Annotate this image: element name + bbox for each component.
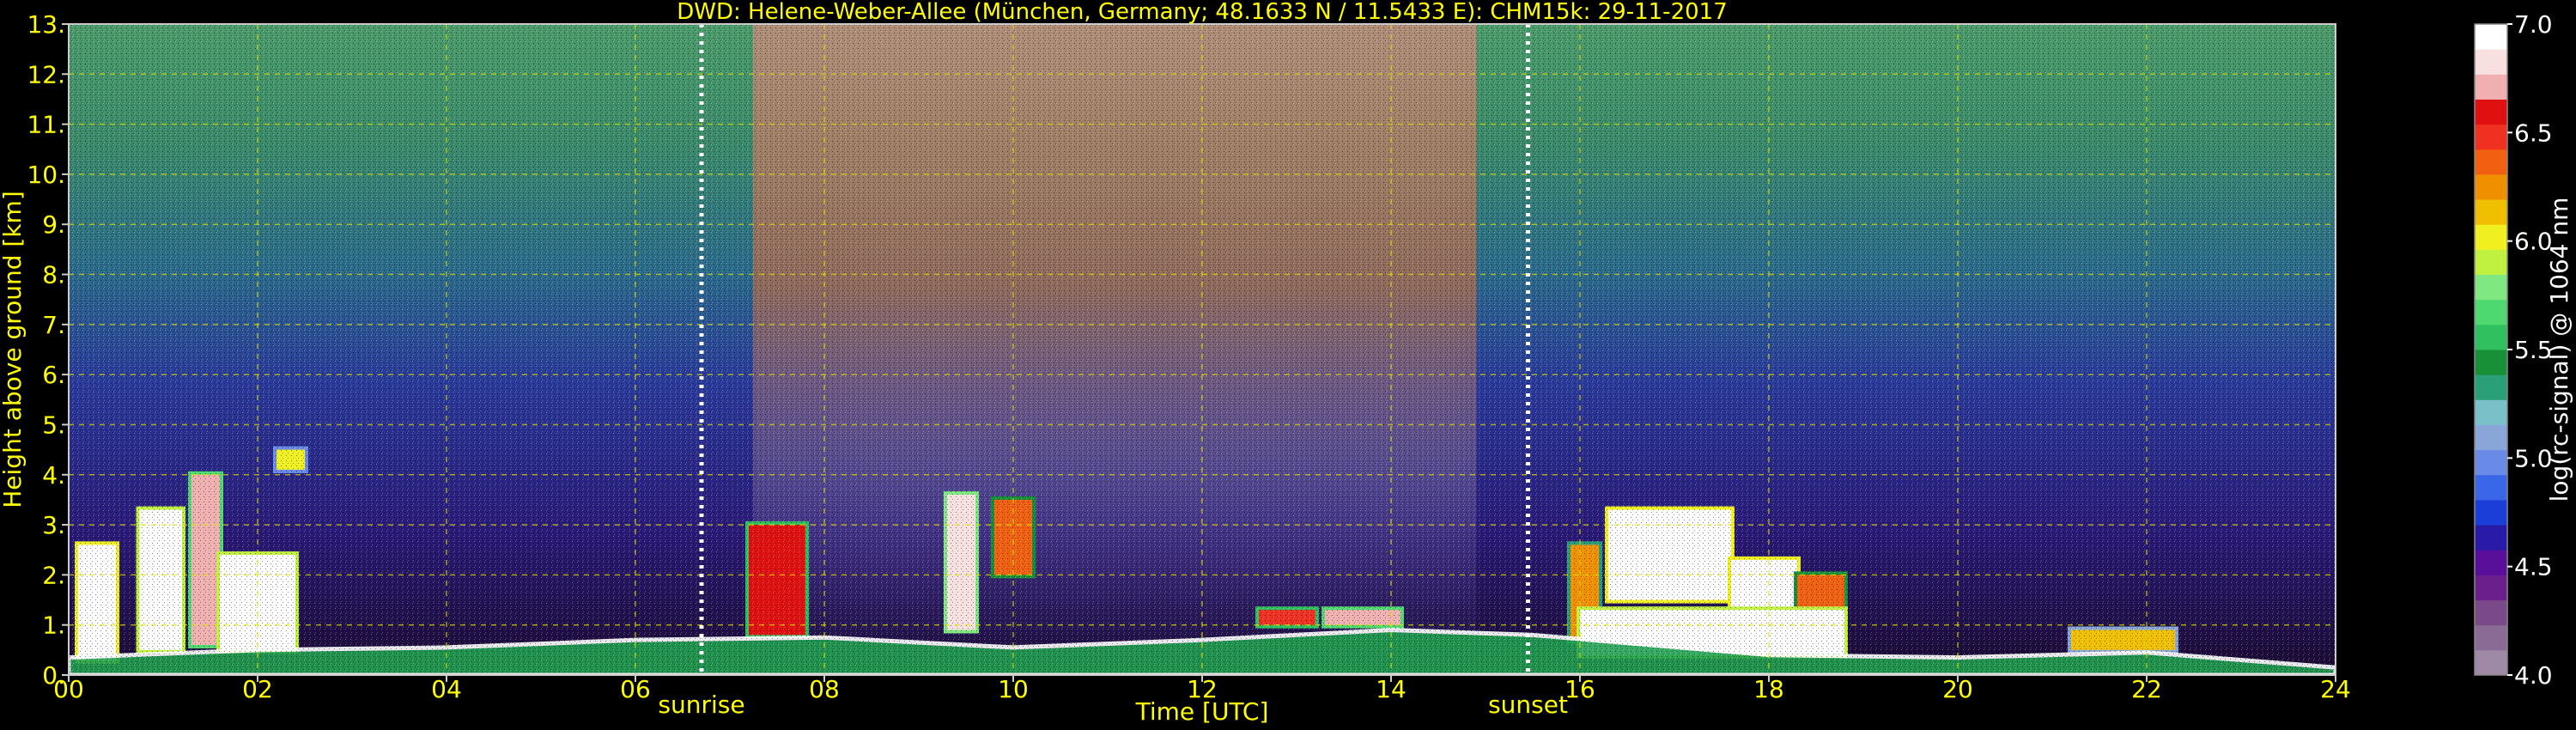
y-tick-label: 8. <box>42 261 65 289</box>
event-label-sunset: sunset <box>1488 690 1568 719</box>
y-tick-label: 2. <box>42 561 65 589</box>
y-tick-label: 3. <box>42 511 65 539</box>
y-tick-label: 13. <box>27 10 65 39</box>
x-tick-label: 08 <box>809 675 840 703</box>
y-tick-label: 10. <box>27 161 65 189</box>
colorbar-label: log(rc-signal) @ 1064 nm <box>2545 198 2573 502</box>
colorbar-segment <box>2475 624 2507 651</box>
y-axis-label: Height above ground [km] <box>0 191 27 508</box>
colorbar-tick-label: 4.0 <box>2514 661 2553 690</box>
colorbar-segment <box>2475 199 2507 225</box>
y-tick-label: 5. <box>42 411 65 439</box>
colorbar-segment <box>2475 499 2507 526</box>
colorbar-segment <box>2475 324 2507 350</box>
x-tick-label: 24 <box>2320 675 2351 703</box>
x-tick-label: 10 <box>998 675 1029 703</box>
colorbar-segment <box>2475 649 2507 676</box>
colorbar-segment <box>2475 99 2507 125</box>
x-tick-label: 22 <box>2131 675 2162 703</box>
ceilometer-chart: 00 02 04 06 08 10 12 14 16 18 20 22 24 0.1.2.3.4.5.6… <box>0 0 2576 730</box>
x-tick-label: 20 <box>1942 675 1973 703</box>
colorbar-segment <box>2475 274 2507 301</box>
colorbar-segment <box>2475 399 2507 425</box>
colorbar-segment <box>2475 525 2507 551</box>
colorbar-segment <box>2475 575 2507 601</box>
plot-area <box>69 24 2336 675</box>
colorbar-tick-label: 7.0 <box>2514 10 2553 39</box>
colorbar-segment <box>2475 124 2507 150</box>
x-tick-label: 18 <box>1753 675 1784 703</box>
y-tick-label: 4. <box>42 461 65 490</box>
colorbar-segment <box>2475 249 2507 276</box>
colorbar-segment <box>2475 24 2507 50</box>
x-tick-label: 04 <box>431 675 462 703</box>
y-tick-label: 1. <box>42 611 65 640</box>
colorbar-segment <box>2475 49 2507 75</box>
chart-title: DWD: Helene-Weber-Allee (München, German… <box>677 0 1728 25</box>
colorbar-segment <box>2475 550 2507 575</box>
colorbar-segment <box>2475 424 2507 451</box>
colorbar-segment <box>2475 599 2507 626</box>
x-axis-label: Time [UTC] <box>1135 697 1269 726</box>
colorbar-segment <box>2475 449 2507 476</box>
colorbar-segment <box>2475 474 2507 501</box>
colorbar-segment <box>2475 350 2507 375</box>
colorbar-segment <box>2475 374 2507 400</box>
colorbar-segment <box>2475 149 2507 175</box>
y-tick-label: 12. <box>27 60 65 88</box>
x-tick-label: 16 <box>1564 675 1595 703</box>
y-tick-label: 9. <box>42 210 65 239</box>
colorbar-segment <box>2475 74 2507 100</box>
y-tick-label: 6. <box>42 361 65 389</box>
colorbar-tick-label: 4.5 <box>2514 553 2553 581</box>
colorbar-segment <box>2475 173 2507 200</box>
x-tick-label: 02 <box>242 675 273 703</box>
x-tick-label: 06 <box>620 675 651 703</box>
x-tick-label: 14 <box>1376 675 1406 703</box>
y-tick-label: 7. <box>42 311 65 339</box>
event-label-sunrise: sunrise <box>658 690 744 719</box>
y-tick-label: 0. <box>42 661 65 690</box>
colorbar-segment <box>2475 224 2507 250</box>
colorbar-segment <box>2475 299 2507 325</box>
colorbar-tick-label: 6.5 <box>2514 119 2553 147</box>
y-tick-label: 11. <box>27 111 65 139</box>
